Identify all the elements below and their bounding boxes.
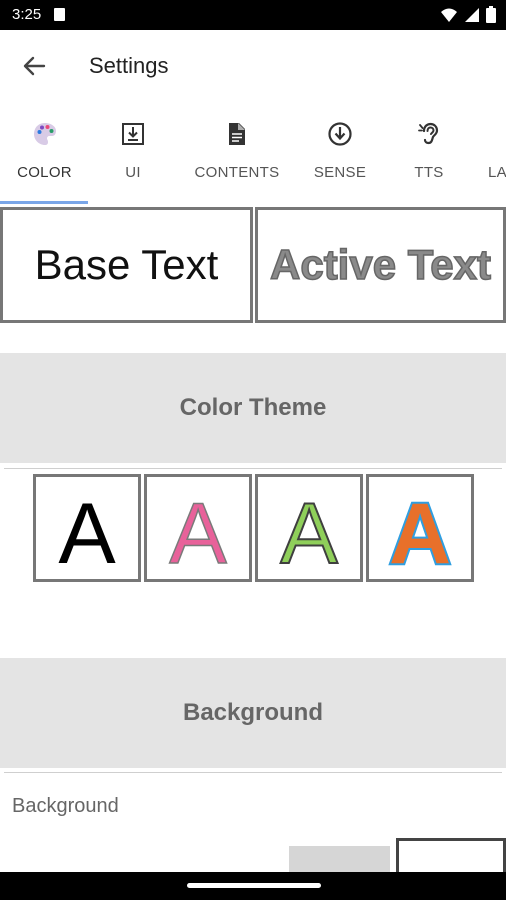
- tab-label: COLOR: [17, 164, 72, 181]
- background-option-grey[interactable]: [289, 846, 390, 874]
- theme-letter: A: [387, 484, 453, 573]
- color-theme-option[interactable]: A: [255, 474, 363, 582]
- divider: [4, 772, 502, 773]
- active-text-label: Active Text: [269, 240, 491, 289]
- home-handle[interactable]: [187, 883, 321, 888]
- download-box-icon: [122, 123, 144, 145]
- color-theme-option[interactable]: A: [144, 474, 252, 582]
- ear-icon: [418, 122, 439, 145]
- theme-letter: A: [58, 486, 116, 573]
- background-label: Background: [12, 795, 119, 817]
- signal-icon: [465, 7, 479, 22]
- tab-label: CONTENTS: [194, 164, 280, 181]
- wifi-icon: [441, 8, 457, 22]
- color-theme-option[interactable]: A: [33, 474, 141, 582]
- theme-letter: A: [169, 485, 229, 573]
- base-text-label: Base Text: [34, 241, 219, 288]
- color-theme-header: Color Theme: [0, 353, 506, 463]
- tab-label: SENSE: [313, 164, 367, 181]
- active-text-preview[interactable]: Active Text: [255, 207, 506, 323]
- document-icon: [229, 123, 245, 145]
- tab-contents[interactable]: CONTENTS: [190, 104, 284, 204]
- palette-icon: [33, 123, 56, 145]
- base-text-preview[interactable]: Base Text: [0, 207, 253, 323]
- tab-language[interactable]: LA: [474, 104, 506, 204]
- color-theme-option[interactable]: A: [366, 474, 474, 582]
- tab-indicator: [0, 201, 88, 204]
- page-title: Settings: [89, 53, 169, 78]
- theme-letter-text: A: [58, 486, 116, 573]
- tab-label: TTS: [414, 164, 444, 181]
- app-bar: Settings: [0, 30, 506, 102]
- theme-letter-text: A: [389, 486, 451, 573]
- divider: [4, 468, 502, 469]
- navigation-bar: [0, 872, 506, 900]
- tab-label: UI: [125, 164, 141, 181]
- tab-label: LA: [488, 164, 506, 181]
- back-arrow-icon[interactable]: [18, 50, 50, 82]
- arrow-circle-icon: [328, 122, 352, 146]
- background-header: Background: [0, 658, 506, 768]
- tab-ui[interactable]: UI: [89, 104, 177, 204]
- tab-tts[interactable]: TTS: [385, 104, 473, 204]
- theme-letter: A: [279, 485, 339, 573]
- tab-color[interactable]: COLOR: [0, 104, 89, 204]
- sd-card-icon: [54, 8, 65, 21]
- battery-icon: [486, 6, 496, 23]
- status-time: 3:25: [12, 6, 42, 23]
- status-bar: 3:25: [0, 0, 506, 30]
- tab-bar: COLOR UI CONTENTS SENSE TTS LA: [0, 104, 506, 208]
- tab-sense[interactable]: SENSE: [296, 104, 384, 204]
- theme-letter-text: A: [280, 486, 338, 573]
- theme-letter-text: A: [169, 486, 227, 573]
